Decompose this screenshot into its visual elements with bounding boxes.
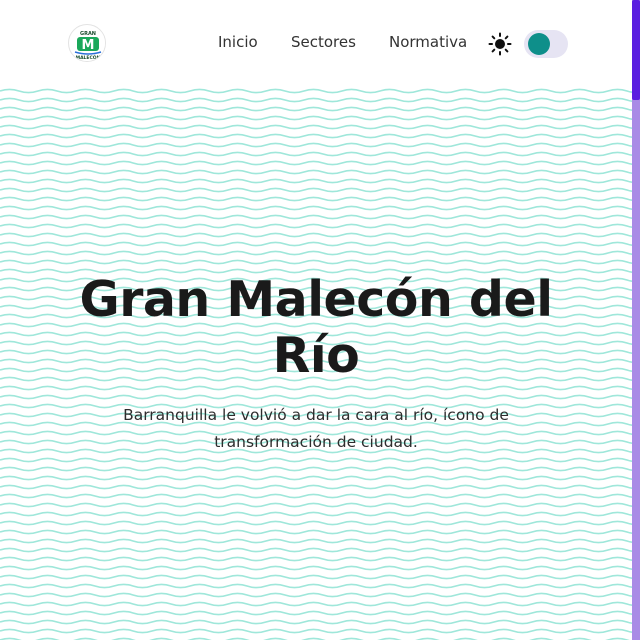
wave-line xyxy=(0,520,632,526)
hero-section: Gran Malecón del Río Barranquilla le vol… xyxy=(0,88,632,640)
site-logo[interactable]: GRAN M MALECÓN xyxy=(68,24,106,62)
wave-line xyxy=(0,196,632,202)
hero-subtitle-line2: transformación de ciudad. xyxy=(214,433,418,451)
hero-title-line1: Gran Malecón del xyxy=(79,271,553,328)
wave-line xyxy=(0,214,632,220)
wave-line xyxy=(0,574,632,580)
sun-icon[interactable] xyxy=(488,32,512,56)
nav-link-normativa[interactable]: Normativa xyxy=(389,33,467,51)
top-navbar: GRAN M MALECÓN Inicio Sectores Normativa xyxy=(0,0,632,88)
wave-line xyxy=(0,241,632,247)
wave-line xyxy=(0,475,632,481)
scrollbar-track[interactable] xyxy=(632,0,640,640)
wave-line xyxy=(0,529,632,535)
theme-toggle[interactable] xyxy=(524,30,568,58)
wave-line xyxy=(0,124,632,130)
wave-line xyxy=(0,394,632,400)
wave-line xyxy=(0,178,632,184)
wave-line xyxy=(0,628,632,634)
wave-line xyxy=(0,160,632,166)
wave-line xyxy=(0,592,632,598)
wave-line xyxy=(0,502,632,508)
theme-toggle-knob xyxy=(528,33,550,55)
wave-line xyxy=(0,205,632,211)
wave-line xyxy=(0,106,632,112)
wave-line xyxy=(0,259,632,265)
wave-line xyxy=(0,601,632,607)
hero-title-line2: Río xyxy=(272,327,360,384)
wave-line xyxy=(0,583,632,589)
wave-line xyxy=(0,610,632,616)
wave-line xyxy=(0,547,632,553)
wave-line xyxy=(0,115,632,121)
hero-subtitle: Barranquilla le volvió a dar la cara al … xyxy=(96,402,536,456)
wave-line xyxy=(0,538,632,544)
wave-line xyxy=(0,169,632,175)
hero-title: Gran Malecón del Río xyxy=(40,272,592,384)
wave-line xyxy=(0,385,632,391)
wave-line xyxy=(0,457,632,463)
scrollbar-thumb[interactable] xyxy=(632,0,640,100)
wave-line xyxy=(0,565,632,571)
wave-line xyxy=(0,493,632,499)
nav-link-sectores[interactable]: Sectores xyxy=(291,33,356,51)
wave-line xyxy=(0,97,632,103)
wave-line xyxy=(0,556,632,562)
wave-line xyxy=(0,511,632,517)
wave-line xyxy=(0,232,632,238)
wave-line xyxy=(0,151,632,157)
gran-malecon-logo-icon: GRAN M MALECÓN xyxy=(70,26,105,61)
wave-line xyxy=(0,88,632,94)
wave-line xyxy=(0,223,632,229)
hero-subtitle-line1: Barranquilla le volvió a dar la cara al … xyxy=(123,406,509,424)
wave-line xyxy=(0,187,632,193)
logo-letter: M xyxy=(82,38,95,53)
wave-line xyxy=(0,619,632,625)
logo-bottom-text: MALECÓN xyxy=(76,54,101,61)
wave-line xyxy=(0,133,632,139)
wave-line xyxy=(0,466,632,472)
nav-link-inicio[interactable]: Inicio xyxy=(218,33,258,51)
wave-line xyxy=(0,142,632,148)
wave-line xyxy=(0,250,632,256)
logo-top-text: GRAN xyxy=(80,31,96,37)
wave-line xyxy=(0,484,632,490)
